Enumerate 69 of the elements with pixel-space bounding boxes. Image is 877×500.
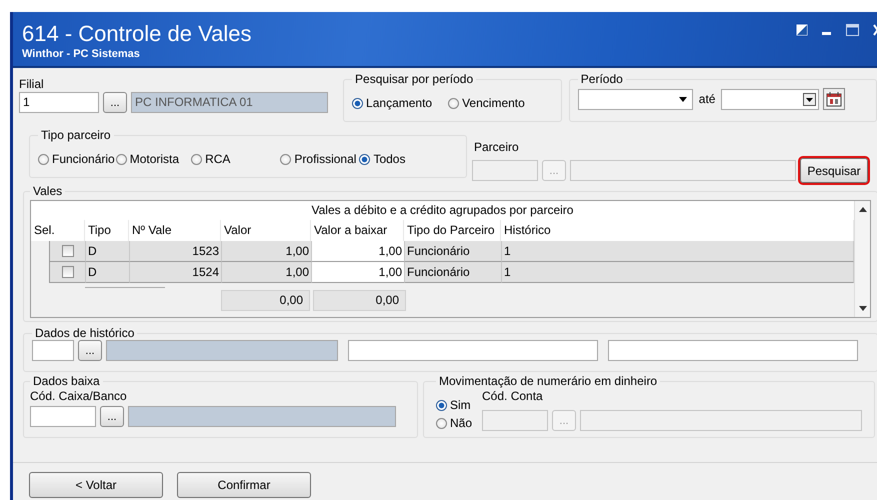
table-cell[interactable]: 1,00 <box>312 241 405 262</box>
radio-option[interactable]: Funcionário <box>38 150 115 168</box>
radio-option[interactable]: Não <box>436 414 472 432</box>
field-label: Cód. Caixa/Banco <box>30 388 128 404</box>
action-button[interactable]: Confirmar <box>177 472 311 498</box>
group-label: Movimentação de numerário em dinheiro <box>438 374 658 388</box>
radio-option[interactable]: Vencimento <box>448 94 525 112</box>
field-label: Cód. Conta <box>482 388 544 404</box>
table-caption: Vales a débito e a crédito agrupados por parceiro <box>31 201 854 220</box>
field-label: Parceiro <box>474 139 520 155</box>
table-cell: Funcionário <box>405 241 502 262</box>
input-field[interactable] <box>32 340 74 361</box>
scrollbar[interactable] <box>854 201 870 317</box>
readonly-field[interactable] <box>106 340 338 361</box>
field-label: Filial <box>19 76 45 92</box>
row-checkbox[interactable] <box>62 266 74 278</box>
input-field[interactable] <box>580 410 862 431</box>
input-field[interactable] <box>570 160 796 181</box>
readonly-field[interactable]: PC INFORMATICA 01 <box>131 92 328 113</box>
maximize-icon[interactable] <box>846 24 859 36</box>
action-button[interactable]: < Voltar <box>29 472 163 498</box>
radio-option[interactable]: RCA <box>191 150 230 168</box>
input-field[interactable] <box>30 406 96 427</box>
field-label: até <box>698 92 716 106</box>
scroll-up-icon[interactable] <box>858 207 866 212</box>
total-cell: 0,00 <box>313 290 406 311</box>
input-field[interactable] <box>348 340 598 361</box>
date-field[interactable] <box>721 88 820 110</box>
lookup-button[interactable]: ... <box>100 406 124 427</box>
group-label: Dados de histórico <box>34 326 136 340</box>
calendar-button[interactable] <box>823 88 846 110</box>
table-cell: 1523 <box>130 241 222 262</box>
search-button[interactable]: Pesquisar <box>800 158 868 183</box>
lookup-button[interactable]: ... <box>103 92 127 113</box>
table-cell: Funcionário <box>405 262 502 283</box>
table-cell: 1,00 <box>222 262 312 283</box>
input-field[interactable] <box>608 340 858 361</box>
caret-icon <box>803 92 816 106</box>
table-cell: 1524 <box>130 262 222 283</box>
total-cell: 0,00 <box>221 290 310 311</box>
table-cell: D <box>86 241 130 262</box>
window-subtitle: Winthor - PC Sistemas <box>22 47 141 61</box>
radio-option[interactable]: Sim <box>436 396 472 414</box>
group-label: Tipo parceiro <box>40 128 112 142</box>
group-label: Período <box>580 72 624 86</box>
restore-icon[interactable] <box>796 24 808 36</box>
caret-icon <box>678 96 687 102</box>
table-cell[interactable]: 1,00 <box>312 262 405 283</box>
table-cell: 1 <box>502 262 854 283</box>
row-checkbox[interactable] <box>62 245 74 257</box>
input-field[interactable] <box>472 160 538 181</box>
lookup-button[interactable]: ... <box>78 340 102 361</box>
dropdown[interactable] <box>578 88 693 110</box>
group-label: Pesquisar por período <box>354 72 474 86</box>
radio-option[interactable]: Lançamento <box>352 94 432 112</box>
radio-option[interactable]: Motorista <box>116 150 180 168</box>
radio-option[interactable]: Todos <box>359 150 406 168</box>
table-cell: D <box>86 262 130 283</box>
input-field[interactable]: 1 <box>19 92 99 113</box>
readonly-field[interactable] <box>128 406 396 427</box>
table-cell: 1,00 <box>222 241 312 262</box>
group-label: Vales <box>32 184 64 198</box>
window-title: 614 - Controle de Vales <box>22 21 252 47</box>
group-label: Dados baixa <box>32 374 101 388</box>
scroll-down-icon[interactable] <box>858 306 866 311</box>
table-cell: 1 <box>502 241 854 262</box>
calendar-icon <box>826 91 842 107</box>
radio-option[interactable]: Profissional <box>280 150 356 168</box>
input-field[interactable] <box>482 410 548 431</box>
